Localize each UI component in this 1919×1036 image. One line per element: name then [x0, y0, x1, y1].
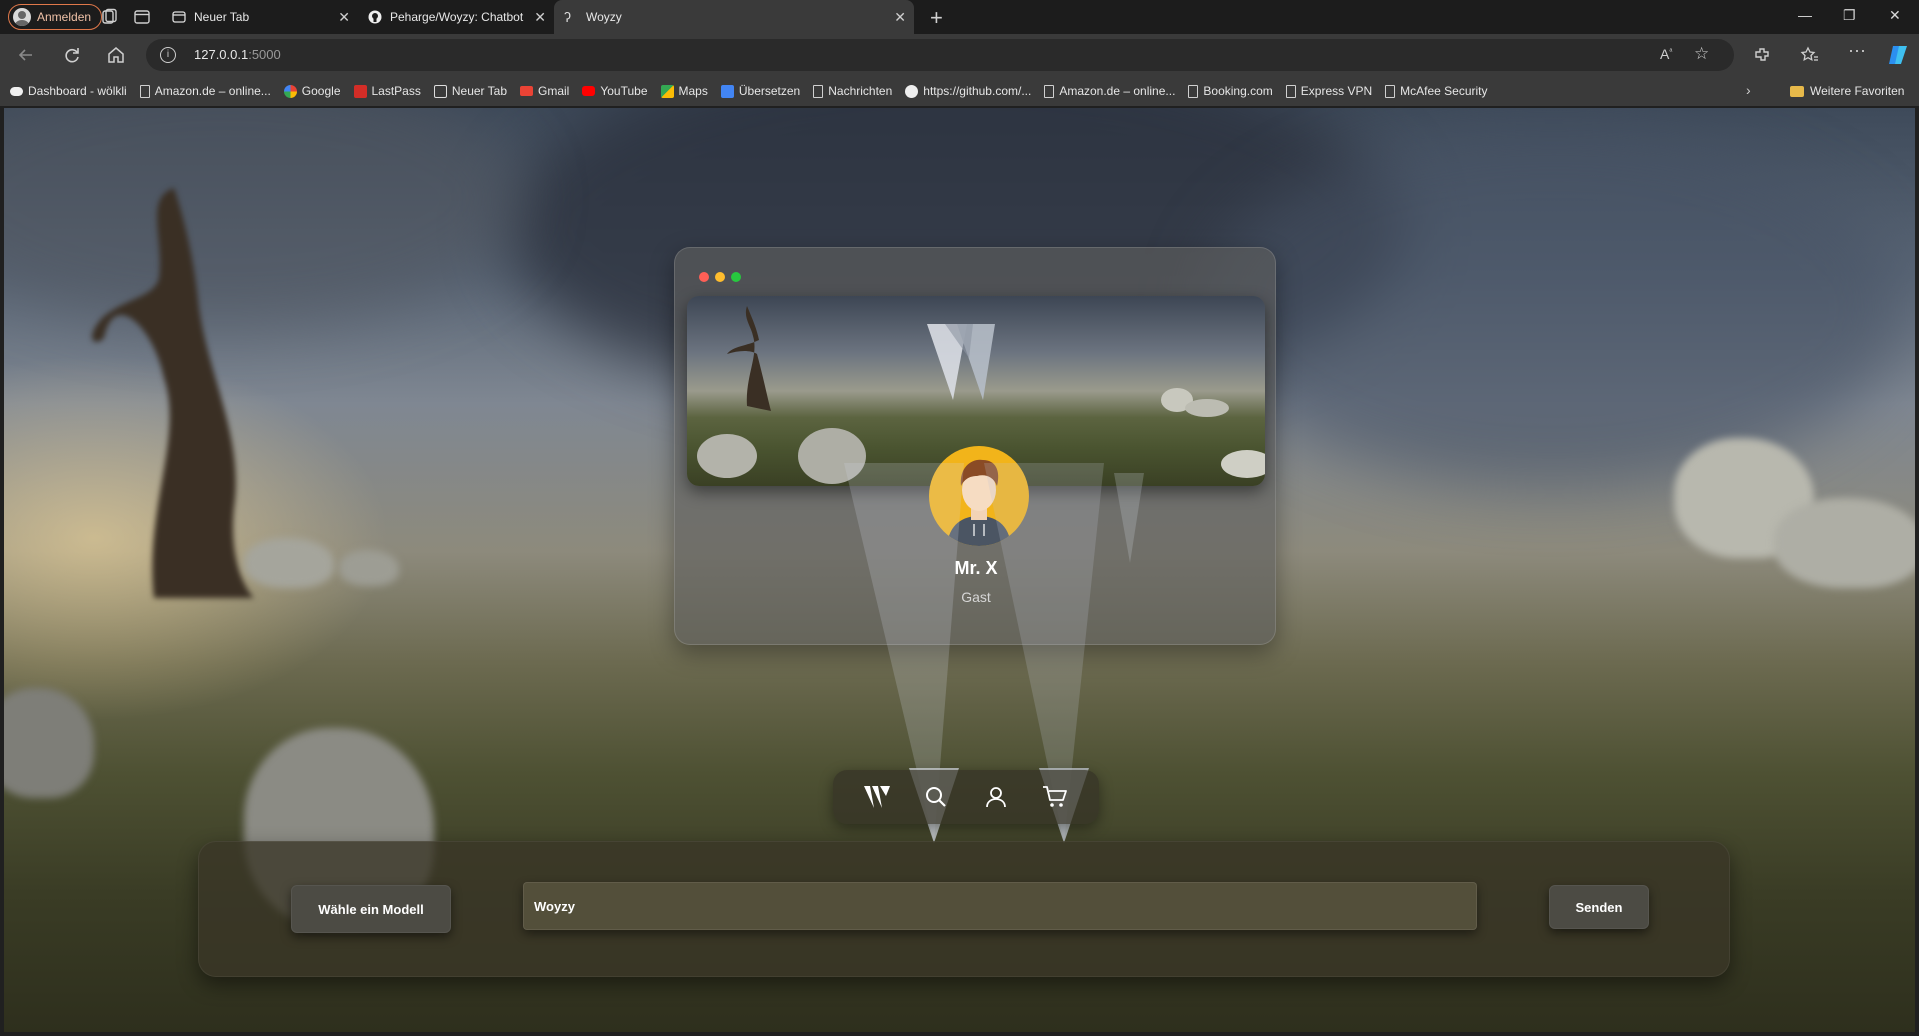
bookmark-lastpass[interactable]: LastPass [353, 84, 421, 98]
storm-cloud [1204, 128, 1904, 488]
tab-neuer-tab[interactable]: Neuer Tab ✕ [162, 0, 358, 34]
other-favorites-folder[interactable]: Weitere Favoriten [1790, 76, 1904, 106]
document-icon [1385, 84, 1396, 98]
folder-icon [1790, 85, 1804, 97]
user-avatar [929, 446, 1029, 546]
workspaces-icon[interactable] [100, 8, 118, 26]
rock [4, 688, 94, 798]
tab-actions-icon[interactable] [133, 8, 151, 26]
youtube-icon [582, 86, 596, 96]
bookmark-nachrichten[interactable]: Nachrichten [813, 84, 892, 98]
bookmark-youtube[interactable]: YouTube [582, 84, 648, 98]
close-icon[interactable]: ✕ [534, 9, 546, 26]
cart-icon[interactable] [1038, 780, 1072, 814]
window-dots [699, 272, 741, 282]
bookmark-maps[interactable]: Maps [660, 84, 708, 98]
profile-button[interactable]: Anmelden [8, 4, 103, 30]
cloud-icon [10, 86, 23, 96]
page-viewport: Mr. X Gast Wähle ein Modell Senden [4, 108, 1915, 1032]
bookmark-translate[interactable]: Übersetzen [720, 84, 800, 98]
user-role: Gast [961, 589, 991, 605]
more-menu-icon[interactable]: ··· [1848, 40, 1868, 60]
bookmark-express-vpn[interactable]: Express VPN [1285, 84, 1372, 98]
model-select-button[interactable]: Wähle ein Modell [291, 885, 451, 933]
favorite-star-icon[interactable]: ☆ [1694, 44, 1709, 64]
github-icon [368, 10, 382, 24]
rock [244, 538, 334, 588]
profile-label: Anmelden [37, 10, 92, 24]
github-icon [905, 84, 919, 98]
translate-icon [720, 84, 734, 98]
restore-icon[interactable]: ❐ [1843, 7, 1856, 24]
bookmark-mcafee[interactable]: McAfee Security [1385, 84, 1488, 98]
document-icon [1044, 84, 1055, 98]
lastpass-icon [353, 84, 367, 98]
send-button[interactable]: Senden [1549, 885, 1649, 929]
close-icon[interactable]: ✕ [338, 9, 350, 26]
avatar-portrait [947, 459, 1011, 546]
close-icon[interactable]: ✕ [894, 9, 906, 26]
woyzy-logo-icon[interactable] [860, 780, 894, 814]
tab-woyzy[interactable]: ʔ Woyzy ✕ [554, 0, 914, 34]
tab-title: Woyzy [586, 10, 622, 24]
document-icon [1188, 84, 1199, 98]
bookmarks-bar: Dashboard - wölkli Amazon.de – online...… [0, 76, 1919, 106]
minimize-dot-icon [715, 272, 725, 282]
profile-avatar-icon [13, 8, 31, 26]
newtab-icon [172, 11, 186, 23]
favorites-icon[interactable] [1800, 45, 1820, 65]
chevron-right-icon[interactable]: › [1746, 82, 1751, 98]
icon-dock [833, 770, 1099, 824]
maps-icon [660, 84, 674, 98]
gmail-icon [520, 86, 534, 96]
home-icon[interactable] [106, 45, 126, 65]
copilot-icon[interactable] [1887, 43, 1911, 67]
address-bar[interactable]: i 127.0.0.1:5000 Aᵃ ☆ [146, 39, 1734, 71]
site-info-icon[interactable]: i [160, 47, 176, 63]
chat-bar: Wähle ein Modell Senden [198, 841, 1730, 977]
user-icon[interactable] [979, 780, 1013, 814]
bookmark-dashboard[interactable]: Dashboard - wölkli [10, 84, 127, 98]
tab-title: Neuer Tab [194, 10, 250, 24]
url-text: 127.0.0.1:5000 [194, 47, 281, 62]
read-aloud-icon[interactable]: Aᵃ [1660, 46, 1672, 62]
rock [1774, 498, 1915, 588]
document-icon [813, 84, 824, 98]
new-tab-icon[interactable]: + [930, 5, 943, 31]
bookmark-booking[interactable]: Booking.com [1188, 84, 1273, 98]
maximize-dot-icon [731, 272, 741, 282]
close-dot-icon [699, 272, 709, 282]
bookmark-amazon-2[interactable]: Amazon.de – online... [1044, 84, 1175, 98]
tab-bar: Anmelden Neuer Tab ✕ Peharge/Woyzy: Chat… [0, 0, 1919, 34]
tab-github[interactable]: Peharge/Woyzy: Chatbot ✕ [358, 0, 554, 34]
bookmark-google[interactable]: Google [283, 84, 341, 98]
reload-icon[interactable] [62, 45, 82, 65]
bookmark-neuer-tab[interactable]: Neuer Tab [433, 84, 507, 98]
minimize-icon[interactable]: — [1798, 7, 1812, 23]
profile-card: Mr. X Gast [674, 247, 1276, 645]
message-input[interactable] [523, 882, 1477, 930]
user-name: Mr. X [954, 558, 998, 578]
bookmark-gmail[interactable]: Gmail [520, 84, 569, 98]
document-icon [1285, 84, 1296, 98]
bookmark-github[interactable]: https://github.com/... [905, 84, 1031, 98]
search-icon[interactable] [919, 780, 953, 814]
woyzy-icon: ʔ [564, 9, 571, 25]
document-icon [139, 84, 150, 98]
back-icon[interactable] [16, 45, 36, 65]
extensions-icon[interactable] [1752, 45, 1772, 65]
bookmark-amazon[interactable]: Amazon.de – online... [139, 84, 271, 98]
window-close-icon[interactable]: ✕ [1889, 7, 1901, 24]
dead-tree [92, 188, 254, 598]
rock [339, 550, 399, 586]
google-icon [283, 84, 297, 98]
tab-title: Peharge/Woyzy: Chatbot [390, 10, 524, 24]
newtab-icon [433, 84, 447, 98]
address-toolbar: i 127.0.0.1:5000 Aᵃ ☆ ··· [0, 34, 1919, 76]
